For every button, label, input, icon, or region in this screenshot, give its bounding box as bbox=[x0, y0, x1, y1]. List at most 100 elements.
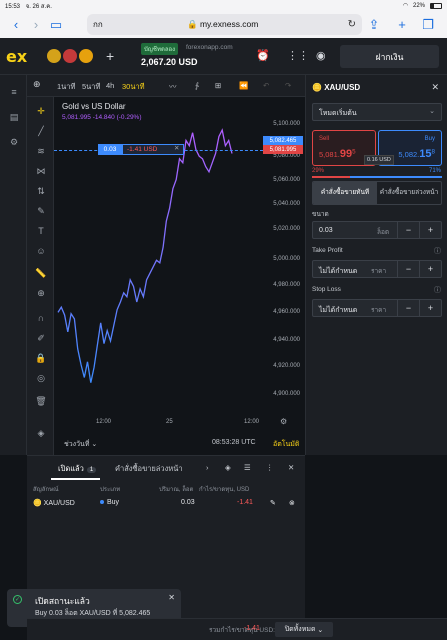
sell-ratio: 29% bbox=[312, 168, 325, 174]
asset-chip-2[interactable] bbox=[63, 49, 77, 63]
take-profit-field[interactable]: ไม่ได้กำหนด ราคา − + bbox=[312, 260, 442, 278]
calendar-icon[interactable]: ▤ bbox=[7, 110, 21, 124]
layout-icon[interactable]: ⊞ bbox=[215, 81, 221, 90]
tabs-icon[interactable]: ❐ bbox=[418, 15, 438, 35]
volume-plus-button[interactable]: + bbox=[419, 222, 441, 238]
channel-icon[interactable]: ≋ bbox=[35, 145, 47, 157]
timeframe-30m[interactable]: 30นาที bbox=[122, 81, 145, 93]
rewind-icon[interactable]: ⏪ bbox=[239, 81, 248, 90]
trash-icon[interactable]: 🗑 bbox=[35, 395, 47, 407]
redo-icon[interactable]: ↷ bbox=[285, 81, 291, 90]
tp-plus-button[interactable]: + bbox=[419, 261, 441, 277]
layers-toggle-icon[interactable]: ◈ bbox=[225, 463, 231, 472]
sl-unit[interactable]: ราคา bbox=[371, 305, 386, 315]
stop-loss-field[interactable]: ไม่ได้กำหนด ราคา − + bbox=[312, 299, 442, 317]
chevron-down-icon: ⌄ bbox=[429, 108, 435, 115]
price-chart[interactable]: Gold vs US Dollar 5,081.995 -14.840 (-0.… bbox=[54, 97, 305, 436]
tab-pending-order[interactable]: คำสั่งซื้อขายล่วงหน้า bbox=[377, 182, 441, 204]
wifi-icon: ◠ bbox=[402, 3, 408, 9]
timeframe-5m[interactable]: 5นาที bbox=[82, 81, 100, 93]
zoom-icon[interactable]: ⊕ bbox=[35, 287, 47, 299]
url-bar[interactable]: กก 🔒 my.exness.com ↻ bbox=[87, 14, 362, 35]
auto-scale-button[interactable]: อัตโนมัติ bbox=[273, 439, 299, 450]
chevron-right-icon[interactable]: › bbox=[206, 463, 209, 472]
emoji-icon[interactable]: ☺ bbox=[35, 245, 47, 257]
lock-draw-icon[interactable]: ✐ bbox=[35, 332, 47, 344]
deposit-button[interactable]: ฝากเงิน bbox=[340, 45, 439, 68]
forward-icon[interactable]: › bbox=[26, 15, 46, 35]
volume-minus-button[interactable]: − bbox=[397, 222, 419, 238]
tp-value[interactable]: ไม่ได้กำหนด bbox=[319, 266, 357, 277]
exness-logo[interactable]: ex bbox=[6, 47, 27, 66]
asset-chip-1[interactable] bbox=[47, 49, 61, 63]
indicators-icon[interactable]: ∱ bbox=[195, 81, 199, 90]
close-icon[interactable]: ✕ bbox=[168, 593, 175, 602]
ruler-icon[interactable]: 📏 bbox=[35, 267, 47, 279]
volume-value[interactable]: 0.03 bbox=[319, 227, 333, 234]
crosshair-icon[interactable]: ✛ bbox=[35, 105, 47, 117]
position-close-icon[interactable]: ✕ bbox=[174, 144, 179, 152]
mode-select[interactable]: โหมดเริ่มต้น ⌄ bbox=[312, 103, 442, 121]
share-icon[interactable]: ⇪ bbox=[364, 15, 384, 35]
bottom-bar: รวมกำไร/ขาดทุน USD: -1.41 ปิดทั้งหมด ⌄ bbox=[27, 618, 447, 640]
pattern-icon[interactable]: ⋈ bbox=[35, 165, 47, 177]
menu-icon[interactable]: ≡ bbox=[7, 85, 21, 99]
table-row[interactable]: 🪙 XAU/USD Buy 0.03 -1.41 ✎ ⊗ bbox=[27, 496, 305, 512]
mode-select-value: โหมดเริ่มต้น bbox=[319, 110, 357, 117]
timeframe-4h[interactable]: 4h bbox=[106, 81, 114, 90]
settings-icon[interactable]: ⚙ bbox=[7, 135, 21, 149]
volume-field[interactable]: 0.03 ล็อต − + bbox=[312, 221, 442, 239]
layers-icon[interactable]: ◈ bbox=[35, 427, 47, 439]
buy-price-big: 15 bbox=[419, 148, 432, 160]
close-position-icon[interactable]: ⊗ bbox=[289, 499, 295, 507]
info-icon[interactable]: ⓘ bbox=[434, 285, 441, 295]
status-date: จ. 26 ส.ค. bbox=[25, 3, 52, 10]
edit-icon[interactable]: ✎ bbox=[270, 499, 276, 507]
close-panel-icon[interactable]: ✕ bbox=[431, 82, 439, 93]
sl-plus-button[interactable]: + bbox=[419, 300, 441, 316]
new-tab-icon[interactable]: + bbox=[392, 15, 412, 35]
tab-pending-orders[interactable]: คำสั่งซื้อขายล่วงหน้า bbox=[115, 463, 183, 475]
open-count-badge: 1 bbox=[86, 467, 97, 473]
row-volume: 0.03 bbox=[181, 499, 195, 506]
fib-icon[interactable]: ⇅ bbox=[35, 185, 47, 197]
tab-open-positions[interactable]: เปิดแล้ว 1 bbox=[58, 463, 97, 475]
apps-grid-icon[interactable]: ⋮⋮ bbox=[287, 49, 309, 62]
tab-market-order[interactable]: คำสั่งซื้อขายทันที bbox=[313, 182, 377, 204]
trendline-icon[interactable]: ╱ bbox=[35, 125, 47, 137]
undo-icon[interactable]: ↶ bbox=[263, 81, 269, 90]
date-range-button[interactable]: ช่วงวันที่ ⌄ bbox=[64, 439, 97, 450]
magnet-icon[interactable]: ∩ bbox=[35, 312, 47, 324]
alarm-icon[interactable]: ⏰ bbox=[256, 49, 270, 62]
profile-icon[interactable]: ◉ bbox=[316, 49, 326, 62]
book-icon[interactable]: ▭ bbox=[46, 15, 66, 35]
position-volume-tag[interactable]: 0.03 bbox=[98, 144, 122, 155]
reload-icon[interactable]: ↻ bbox=[348, 19, 356, 30]
chart-settings-icon[interactable]: ⚙ bbox=[280, 417, 287, 426]
eye-icon[interactable]: ◎ bbox=[35, 372, 47, 384]
stack-icon[interactable]: ☰ bbox=[244, 463, 251, 472]
close-positions-panel-icon[interactable]: ✕ bbox=[288, 463, 294, 472]
x-tick: 12:00 bbox=[96, 419, 112, 425]
text-icon[interactable]: T bbox=[35, 225, 47, 237]
chart-type-icon[interactable]: 〰 bbox=[169, 81, 177, 92]
tp-minus-button[interactable]: − bbox=[397, 261, 419, 277]
trade-panel: 🪙 XAU/USD ✕ โหมดเริ่มต้น ⌄ Sell 5,081.99… bbox=[305, 75, 447, 455]
info-icon[interactable]: ⓘ bbox=[434, 246, 441, 256]
sl-minus-button[interactable]: − bbox=[397, 300, 419, 316]
add-indicator-icon[interactable]: ⊕ bbox=[33, 79, 41, 90]
more-icon[interactable]: ⋮ bbox=[266, 463, 274, 472]
close-all-button[interactable]: ปิดทั้งหมด ⌄ bbox=[275, 622, 333, 637]
tp-unit[interactable]: ราคา bbox=[371, 266, 386, 276]
timeframe-1m[interactable]: 1นาที bbox=[57, 81, 75, 93]
asset-chip-3[interactable] bbox=[79, 49, 93, 63]
account-balance[interactable]: 2,067.20 USD bbox=[141, 57, 198, 67]
brush-icon[interactable]: ✎ bbox=[35, 205, 47, 217]
order-type-tabs: คำสั่งซื้อขายทันที คำสั่งซื้อขายล่วงหน้า bbox=[312, 181, 442, 205]
lock-icon[interactable]: 🔒 bbox=[35, 352, 47, 364]
sl-value[interactable]: ไม่ได้กำหนด bbox=[319, 305, 357, 316]
x-tick: 25 bbox=[166, 419, 173, 425]
account-type-tag: บัญชีทดลอง bbox=[141, 43, 179, 55]
add-instrument-icon[interactable]: + bbox=[106, 48, 114, 64]
back-icon[interactable]: ‹ bbox=[6, 15, 26, 35]
